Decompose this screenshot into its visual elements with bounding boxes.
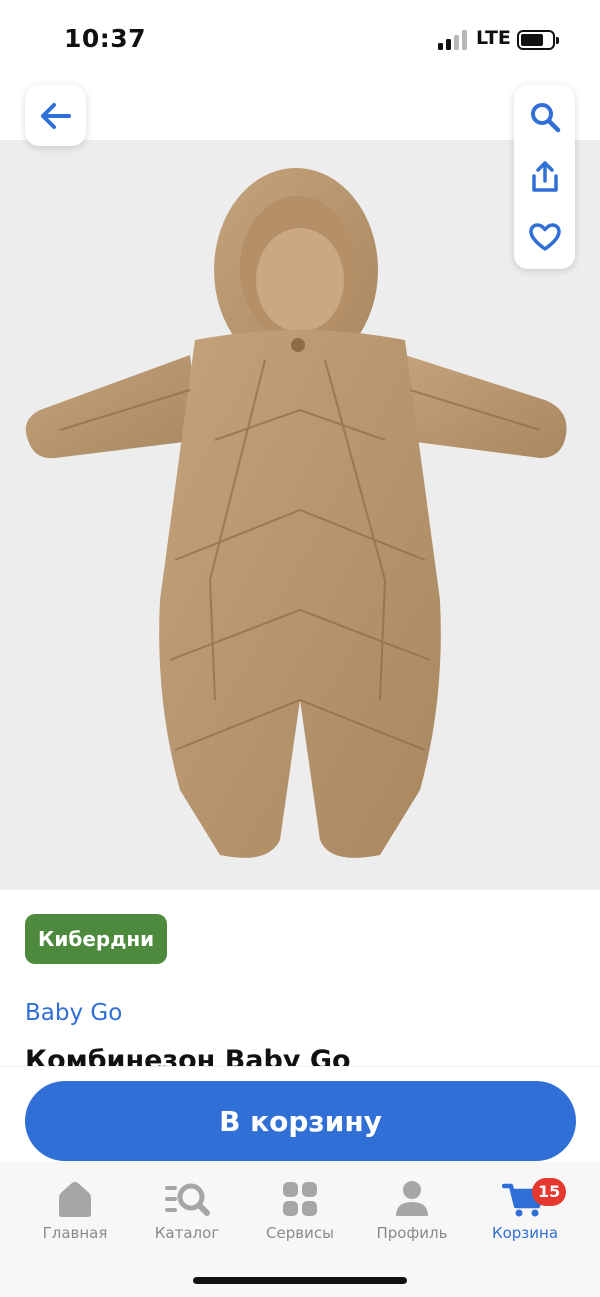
product-image — [25, 168, 567, 858]
home-icon — [59, 1181, 91, 1217]
tab-label: Сервисы — [266, 1224, 334, 1242]
status-bar: 10:37 LTE — [0, 0, 600, 80]
add-to-cart-button[interactable]: В корзину — [25, 1081, 576, 1161]
product-actions — [514, 85, 575, 269]
search-button[interactable] — [514, 87, 575, 147]
tab-cart[interactable]: 15 Корзина — [470, 1178, 580, 1250]
brand-link[interactable]: Baby Go — [25, 1000, 122, 1026]
tab-profile[interactable]: Профиль — [357, 1180, 467, 1250]
share-button[interactable] — [514, 147, 575, 207]
tab-label: Каталог — [154, 1224, 220, 1242]
tab-home[interactable]: Главная — [20, 1180, 130, 1250]
cart-count-badge: 15 — [532, 1178, 567, 1206]
share-icon — [531, 161, 558, 192]
battery-icon — [517, 30, 559, 50]
network-type: LTE — [476, 27, 511, 49]
profile-icon — [396, 1181, 428, 1216]
product-title: Комбинезон Baby Go — [25, 1045, 351, 1066]
search-icon — [530, 103, 560, 133]
services-icon — [283, 1182, 317, 1216]
add-to-cart-bar: В корзину — [0, 1066, 600, 1166]
home-indicator[interactable] — [193, 1277, 407, 1284]
catalog-icon — [165, 1183, 210, 1216]
promo-badge: Кибердни — [25, 914, 168, 964]
back-button[interactable] — [25, 85, 86, 146]
tab-label: Главная — [42, 1224, 108, 1242]
favorite-button[interactable] — [514, 207, 575, 267]
tab-bar: Главная Каталог Сервисы Профиль 15 Корзи… — [0, 1162, 600, 1297]
product-gallery[interactable] — [0, 140, 600, 890]
status-time: 10:37 — [64, 24, 147, 53]
tab-label: Профиль — [376, 1224, 448, 1242]
tab-label: Корзина — [491, 1224, 559, 1242]
tab-services[interactable]: Сервисы — [245, 1180, 355, 1250]
tab-catalog[interactable]: Каталог — [132, 1180, 242, 1250]
signal-icon — [438, 30, 470, 50]
arrow-left-icon — [40, 102, 71, 129]
heart-icon — [528, 223, 561, 251]
